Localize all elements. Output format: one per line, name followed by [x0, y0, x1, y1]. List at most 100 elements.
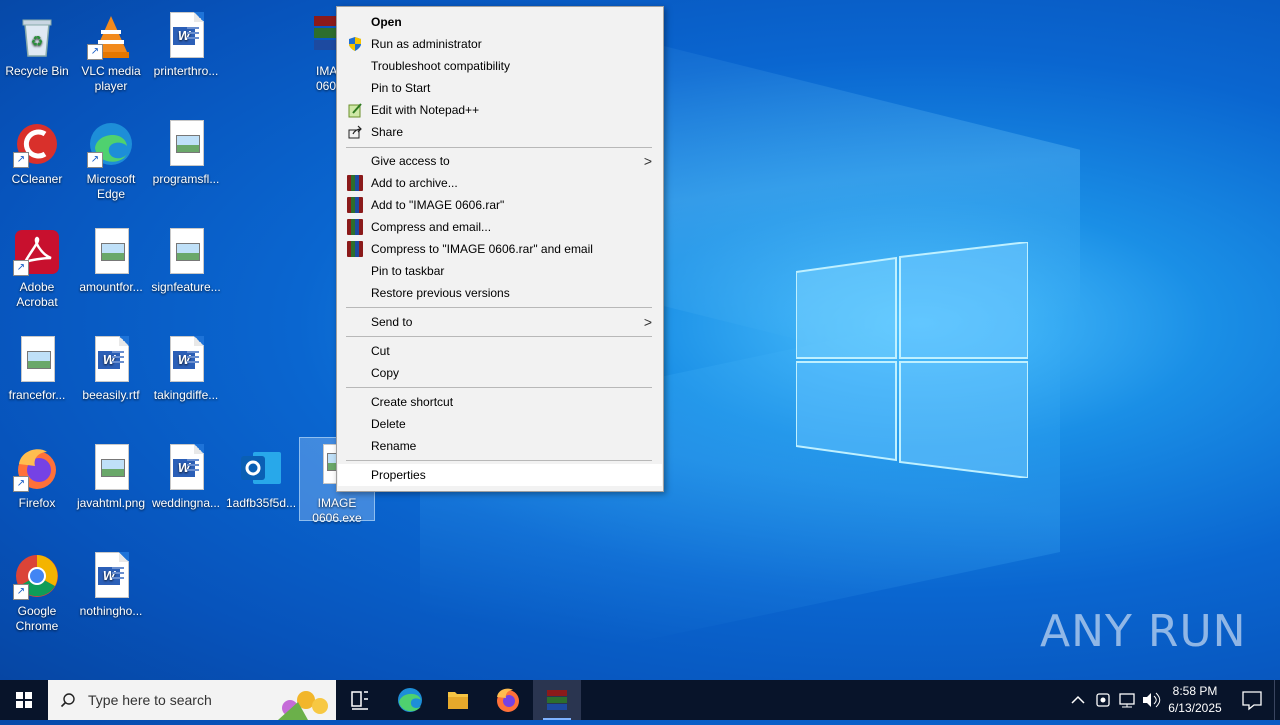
menu-item-compress-to-rar-and-email[interactable]: Compress to "IMAGE 0606.rar" and email	[338, 238, 662, 260]
menu-item-label: Open	[371, 15, 402, 29]
task-view-button[interactable]	[336, 680, 384, 720]
desktop-icon-label: takingdiffe...	[153, 388, 219, 402]
taskbar-file-explorer[interactable]	[434, 680, 482, 720]
desktop-icon-ccleaner[interactable]: ↗ CCleaner	[0, 114, 74, 187]
menu-item-label: Troubleshoot compatibility	[371, 59, 510, 73]
tray-security-icon-button[interactable]	[1092, 680, 1114, 720]
tray-volume-button[interactable]	[1140, 680, 1162, 720]
menu-item-pin-to-taskbar[interactable]: Pin to taskbar	[338, 260, 662, 282]
desktop-icon-label: IMA 060	[316, 64, 336, 93]
menu-item-add-to-rar[interactable]: Add to "IMAGE 0606.rar"	[338, 194, 662, 216]
menu-item-delete[interactable]: Delete	[338, 413, 662, 435]
menu-item-label: Send to	[371, 315, 413, 329]
desktop-icon-label: beeasily.rtf	[82, 388, 140, 402]
desktop-icon-javahtml[interactable]: javahtml.png	[74, 438, 148, 511]
desktop-icon-weddingna[interactable]: W weddingna...	[149, 438, 223, 511]
windows-logo-wallpaper	[796, 242, 1028, 478]
desktop-icon-francefor[interactable]: francefor...	[0, 330, 74, 403]
show-desktop-button[interactable]	[1274, 680, 1280, 720]
desktop-icon-1adfb35f5d[interactable]: 1adfb35f5d...	[224, 438, 298, 511]
shortcut-arrow-icon: ↗	[87, 44, 103, 60]
desktop-icon-recycle-bin[interactable]: ♻ Recycle Bin	[0, 6, 74, 79]
menu-item-compress-and-email[interactable]: Compress and email...	[338, 216, 662, 238]
svg-text:♻: ♻	[31, 33, 44, 49]
menu-item-send-to[interactable]: Send to >	[338, 311, 662, 333]
word-document-icon: W	[87, 336, 135, 384]
desktop-icon-vlc[interactable]: ↗ VLC media player	[74, 6, 148, 94]
menu-item-label: Create shortcut	[371, 395, 454, 409]
word-document-icon: W	[162, 444, 210, 492]
desktop-icon-label: nothingho...	[79, 604, 143, 618]
show-hidden-icons-button[interactable]	[1066, 680, 1090, 720]
defender-icon	[1096, 693, 1110, 707]
desktop-icon-programsfl[interactable]: programsfl...	[149, 114, 223, 187]
menu-item-label: Cut	[371, 344, 390, 358]
network-icon	[1119, 693, 1135, 708]
menu-item-properties[interactable]: Properties	[338, 464, 662, 486]
chevron-up-icon	[1071, 695, 1085, 704]
taskbar-firefox[interactable]	[484, 680, 532, 720]
desktop-icon-label: Firefox	[18, 496, 56, 510]
menu-item-troubleshoot-compatibility[interactable]: Troubleshoot compatibility	[338, 55, 662, 77]
shortcut-arrow-icon: ↗	[13, 152, 29, 168]
clock-date: 6/13/2025	[1168, 701, 1222, 715]
share-icon	[348, 125, 362, 139]
menu-item-edit-with-notepad-plus-plus[interactable]: Edit with Notepad++	[338, 99, 662, 121]
menu-item-rename[interactable]: Rename	[338, 435, 662, 457]
shortcut-arrow-icon: ↗	[13, 260, 29, 276]
tray-network-button[interactable]	[1116, 680, 1138, 720]
desktop-icon-printerthro[interactable]: W printerthro...	[149, 6, 223, 79]
menu-item-copy[interactable]: Copy	[338, 362, 662, 384]
menu-separator	[346, 307, 652, 308]
menu-item-pin-to-start[interactable]: Pin to Start	[338, 77, 662, 99]
taskbar-winrar[interactable]	[533, 680, 581, 720]
context-menu: Open Run as administrator Troubleshoot c…	[336, 6, 664, 492]
menu-item-add-to-archive[interactable]: Add to archive...	[338, 172, 662, 194]
taskbar-edge[interactable]	[386, 680, 434, 720]
desktop-icon-firefox[interactable]: ↗ Firefox	[0, 438, 74, 511]
taskbar-search-box[interactable]: Type here to search	[48, 680, 336, 720]
menu-item-label: Delete	[371, 417, 406, 431]
submenu-arrow-icon: >	[643, 314, 652, 330]
menu-item-create-shortcut[interactable]: Create shortcut	[338, 391, 662, 413]
menu-item-cut[interactable]: Cut	[338, 340, 662, 362]
submenu-arrow-icon: >	[643, 153, 652, 169]
desktop-icon-label: VLC media player	[81, 64, 141, 93]
ccleaner-icon: ↗	[13, 120, 61, 168]
search-icon	[60, 693, 75, 708]
desktop-icon-beeasily[interactable]: W beeasily.rtf	[74, 330, 148, 403]
desktop-icon-amountfor[interactable]: amountfor...	[74, 222, 148, 295]
desktop-icon-google-chrome[interactable]: ↗ Google Chrome	[0, 546, 74, 634]
menu-item-label: Copy	[371, 366, 400, 380]
desktop-icon-label: 1adfb35f5d...	[225, 496, 297, 510]
edge-icon	[398, 688, 422, 712]
desktop-icon-edge[interactable]: ↗ Microsoft Edge	[74, 114, 148, 202]
menu-item-share[interactable]: Share	[338, 121, 662, 143]
desktop-icon-takingdiffe[interactable]: W takingdiffe...	[149, 330, 223, 403]
desktop-icon-label: Microsoft Edge	[86, 172, 136, 201]
chrome-icon: ↗	[13, 552, 61, 600]
recycle-bin-icon: ♻	[13, 12, 61, 60]
menu-item-label: Run as administrator	[371, 37, 482, 51]
winrar-icon	[547, 690, 567, 710]
action-center-button[interactable]	[1232, 680, 1272, 720]
winrar-icon	[347, 197, 363, 213]
shortcut-arrow-icon: ↗	[13, 476, 29, 492]
notification-icon	[1242, 691, 1262, 711]
start-button[interactable]	[0, 680, 48, 720]
notepad-plus-plus-icon	[348, 103, 362, 118]
menu-item-run-as-administrator[interactable]: Run as administrator	[338, 33, 662, 55]
desktop-icon-signfeature[interactable]: signfeature...	[149, 222, 223, 295]
desktop-icon-label: Google Chrome	[15, 604, 59, 633]
menu-item-open[interactable]: Open	[338, 11, 662, 33]
desktop-icon-ima-partial[interactable]: IMA 060	[300, 6, 336, 94]
menu-item-give-access-to[interactable]: Give access to >	[338, 150, 662, 172]
taskbar-clock[interactable]: 8:58 PM 6/13/2025	[1160, 683, 1230, 717]
task-view-icon	[351, 691, 368, 710]
menu-item-restore-previous-versions[interactable]: Restore previous versions	[338, 282, 662, 304]
menu-item-label: Properties	[371, 468, 426, 482]
desktop-icon-nothingho[interactable]: W nothingho...	[74, 546, 148, 619]
menu-separator	[346, 460, 652, 461]
desktop-icon-label: signfeature...	[151, 280, 221, 294]
desktop-icon-adobe-acrobat[interactable]: ↗ Adobe Acrobat	[0, 222, 74, 310]
